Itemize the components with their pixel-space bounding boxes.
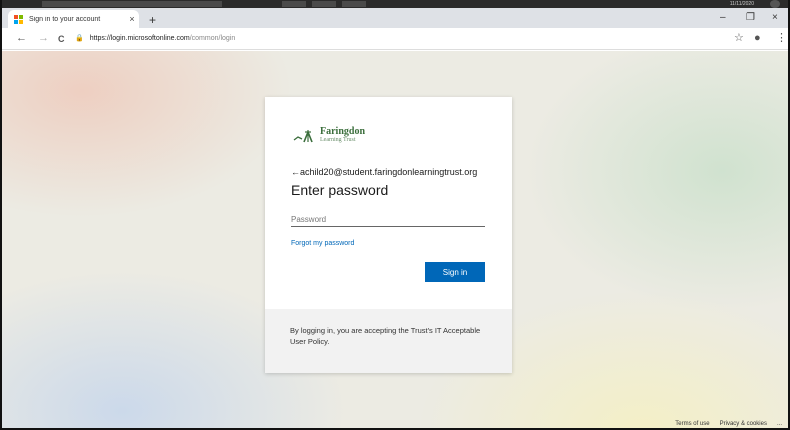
privacy-link[interactable]: Privacy & cookies [720, 421, 767, 427]
lock-icon: 🔒 [75, 35, 84, 42]
policy-panel: By logging in, you are accepting the Tru… [265, 309, 512, 373]
tree-logo-icon [293, 129, 313, 143]
page-title: Enter password [291, 182, 389, 198]
tab-bar: Sign in to your account × + – ❐ × [2, 8, 788, 28]
notification-icon[interactable] [770, 0, 780, 8]
logo-line-2: Learning Trust [320, 137, 356, 143]
system-clock: 11/11/2020 [729, 1, 754, 7]
window-close-button[interactable]: × [772, 12, 778, 24]
minimize-button[interactable]: – [720, 12, 726, 24]
bookmark-star-icon[interactable]: ☆ [734, 31, 744, 45]
faringdon-logo: Faringdon Learning Trust [292, 127, 365, 145]
browser-menu-icon[interactable]: ⋮ [776, 31, 787, 45]
terms-link[interactable]: Terms of use [675, 421, 709, 427]
logo-line-1: Faringdon [320, 126, 366, 137]
url-path: /common/login [189, 34, 236, 42]
login-card: Faringdon Learning Trust ←achild20@stude… [265, 97, 512, 373]
taskbar-segment [42, 1, 222, 7]
password-field[interactable] [291, 212, 485, 227]
address-bar: ← → C 🔒 https://login.microsoftonline.co… [2, 28, 788, 50]
microsoft-logo-icon [14, 14, 23, 24]
profile-icon[interactable]: ● [754, 31, 761, 45]
taskbar-segment [312, 1, 336, 7]
new-tab-button[interactable]: + [149, 14, 156, 26]
page-footer: Terms of use Privacy & cookies ... [675, 421, 782, 427]
screen: 11/11/2020 Sign in to your account × + –… [0, 0, 790, 430]
url-field[interactable]: 🔒 https://login.microsoftonline.com /com… [75, 34, 236, 43]
reload-button[interactable]: C [58, 33, 65, 45]
logo-text: Faringdon Learning Trust [320, 127, 365, 145]
forward-button[interactable]: → [38, 32, 49, 44]
sign-in-button[interactable]: Sign in [425, 262, 485, 282]
account-identity[interactable]: ←achild20@student.faringdonlearningtrust… [291, 167, 477, 177]
more-options-icon[interactable]: ... [777, 421, 782, 427]
tab-close-icon[interactable]: × [125, 14, 139, 24]
page-background: Faringdon Learning Trust ←achild20@stude… [2, 51, 788, 428]
policy-text: By logging in, you are accepting the Tru… [290, 326, 481, 346]
url-host: https://login.microsoftonline.com [89, 34, 190, 42]
restore-button[interactable]: ❐ [746, 12, 755, 24]
forgot-password-link[interactable]: Forgot my password [291, 240, 354, 247]
tab-sign-in[interactable]: Sign in to your account × [8, 10, 139, 28]
taskbar-segment [342, 1, 366, 7]
tab-title: Sign in to your account [29, 15, 101, 23]
back-button[interactable]: ← [16, 32, 27, 44]
taskbar-segment [282, 1, 306, 7]
os-taskbar-strip: 11/11/2020 [2, 0, 788, 8]
